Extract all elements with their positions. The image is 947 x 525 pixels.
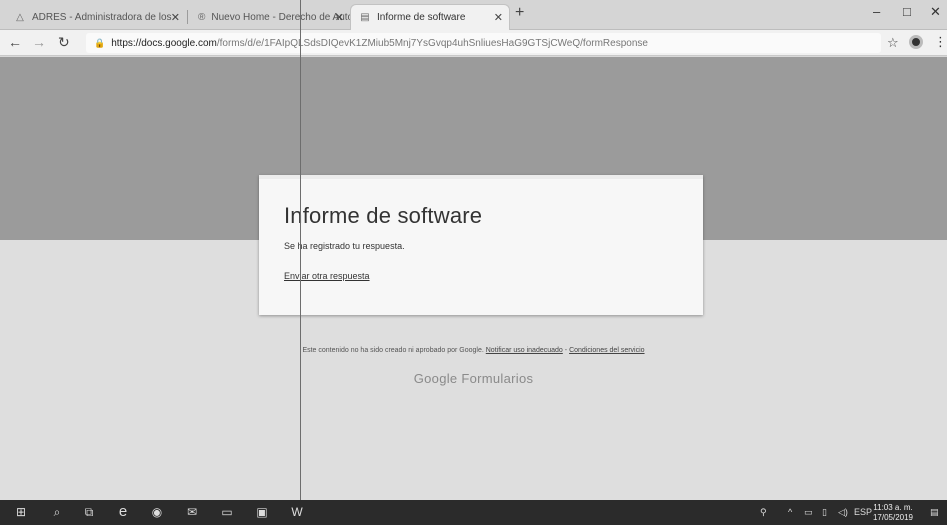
tab-strip: △ ADRES - Administradora de los ✕ ® Nuev… [0, 0, 947, 30]
clock-date: 17/05/2019 [872, 513, 914, 522]
forward-arrow-icon[interactable]: → [32, 34, 46, 50]
confirmation-message: Se ha registrado tu respuesta. [284, 241, 405, 251]
app-icon[interactable]: ▣ [255, 505, 269, 519]
terms-link[interactable]: Condiciones del servicio [569, 347, 644, 354]
close-window-icon[interactable]: ✕ [930, 4, 941, 20]
tab-adres[interactable]: △ ADRES - Administradora de los ✕ [6, 4, 186, 30]
close-icon[interactable]: ✕ [494, 11, 503, 24]
tab-label: ADRES - Administradora de los [32, 11, 172, 23]
people-icon[interactable]: ⚲ [760, 507, 767, 518]
language-indicator[interactable]: ESP [854, 507, 872, 517]
back-arrow-icon[interactable]: ← [8, 34, 22, 50]
tab-label: Informe de software [377, 12, 466, 23]
windows-start-icon[interactable]: ⊞ [14, 505, 28, 519]
word-icon[interactable]: W [290, 505, 304, 519]
clock-time: 11:03 a. m. [873, 503, 913, 512]
browser-toolbar: ← → ↻ 🔒 https://docs.google.com /forms/d… [0, 30, 947, 56]
close-icon[interactable]: ✕ [335, 11, 344, 24]
tab-separator [187, 10, 188, 24]
maximize-icon[interactable]: □ [903, 4, 911, 19]
submit-another-link[interactable]: Enviar otra respuesta [284, 271, 370, 281]
bookmark-star-icon[interactable]: ☆ [887, 35, 899, 51]
google-forms-logo: Google Formularios [413, 371, 534, 386]
registered-icon: ® [198, 11, 206, 23]
confirmation-card: Informe de software Se ha registrado tu … [259, 175, 703, 315]
page-content: Informe de software Se ha registrado tu … [0, 57, 947, 500]
close-icon[interactable]: ✕ [171, 11, 180, 24]
new-tab-button[interactable]: + [515, 4, 524, 22]
tab-label: Nuevo Home - Derecho de Autor [211, 11, 350, 23]
scan-artifact-line [300, 0, 301, 525]
address-bar[interactable]: 🔒 https://docs.google.com /forms/d/e/1FA… [86, 33, 881, 53]
tab-derecho-autor[interactable]: ® Nuevo Home - Derecho de Autor ✕ [190, 4, 350, 30]
extension-icon[interactable] [909, 35, 923, 49]
notifications-icon[interactable]: ▤ [930, 507, 939, 518]
network-icon[interactable]: ▭ [804, 507, 813, 518]
url-path: /forms/d/e/1FAIpQLSdsDIQevK1ZMiub5Mnj7Ys… [216, 37, 648, 49]
search-icon[interactable]: ⌕ [50, 505, 64, 519]
footer-separator: - [564, 347, 568, 354]
more-menu-icon[interactable]: ⋮ [934, 34, 947, 50]
taskbar: ⊞ ⌕ ⧉ e ◉ ✉ ▭ ▣ W ⚲ ^ ▭ ▯ ◁) ESP 11:03 a… [0, 500, 947, 525]
tab-informe-software[interactable]: ▤ Informe de software ✕ [350, 4, 510, 30]
report-abuse-link[interactable]: Notificar uso inadecuado [486, 347, 563, 354]
footer-disclaimer: Este contenido no ha sido creado ni apro… [302, 347, 484, 354]
footer-notice: Este contenido no ha sido creado ni apro… [0, 347, 947, 354]
file-explorer-icon[interactable]: ▭ [220, 505, 234, 519]
lock-icon: 🔒 [94, 37, 106, 48]
battery-icon[interactable]: ▯ [822, 507, 827, 518]
form-title: Informe de software [284, 203, 483, 228]
url-host: https://docs.google.com [111, 37, 217, 49]
reload-icon[interactable]: ↻ [58, 34, 70, 51]
edge-icon[interactable]: e [116, 504, 130, 519]
outlook-icon[interactable]: ✉ [185, 505, 199, 519]
chevron-up-icon[interactable]: ^ [788, 507, 792, 517]
system-clock[interactable]: 11:03 a. m. 17/05/2019 [872, 503, 914, 523]
volume-icon[interactable]: ◁) [838, 507, 848, 518]
minimize-icon[interactable]: – [873, 4, 880, 19]
adres-triangle-icon: △ [16, 11, 24, 23]
task-view-icon[interactable]: ⧉ [82, 505, 96, 519]
chrome-icon[interactable]: ◉ [150, 505, 164, 519]
forms-icon: ▤ [360, 12, 370, 23]
